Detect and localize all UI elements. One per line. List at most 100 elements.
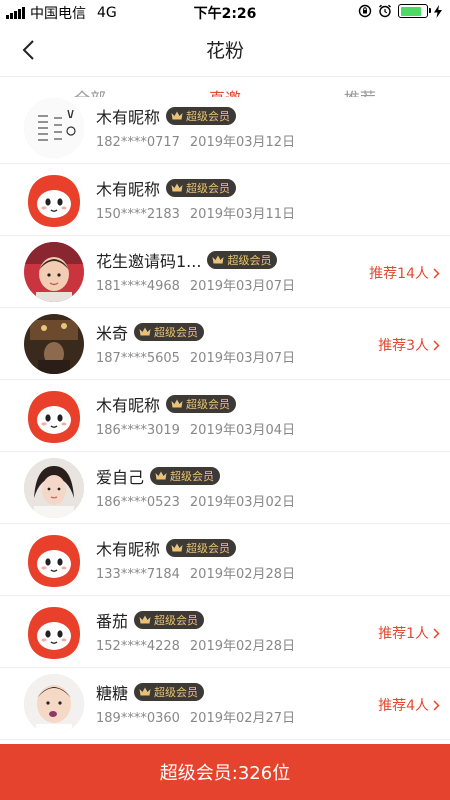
member-name-line: 木有昵称 超级会员 xyxy=(96,104,237,128)
member-sub-line: 189****0360 2019年02月27日 xyxy=(96,707,295,726)
member-name: 木有昵称 xyxy=(96,180,161,199)
member-phone: 186****3019 xyxy=(96,423,180,438)
member-row[interactable]: 木有昵称 超级会员 186****3019 2019年03月04日 xyxy=(0,380,450,452)
chevron-right-icon xyxy=(433,267,440,279)
vip-badge-label: 超级会员 xyxy=(227,254,272,267)
member-sub-line: 187****5605 2019年03月07日 xyxy=(96,347,295,366)
member-join-date: 2019年02月27日 xyxy=(189,711,296,726)
vip-badge-label: 超级会员 xyxy=(186,110,231,123)
avatar xyxy=(24,602,84,662)
member-name-line: 米奇 超级会员 xyxy=(96,320,205,344)
member-join-date: 2019年03月02日 xyxy=(189,495,296,510)
avatar xyxy=(24,170,84,230)
vip-badge-label: 超级会员 xyxy=(154,686,199,699)
member-row[interactable]: 番茄 超级会员 152****4228 2019年02月28日 推荐1人 xyxy=(0,596,450,668)
chevron-right-icon xyxy=(433,699,440,711)
crown-icon xyxy=(155,471,167,480)
member-count-bar: 超级会员:326位 xyxy=(0,744,450,800)
vip-badge: 超级会员 xyxy=(150,467,221,485)
member-row[interactable]: 木有昵称 超级会员 150****2183 2019年03月11日 xyxy=(0,164,450,236)
crown-icon xyxy=(139,327,151,336)
avatar xyxy=(24,530,84,590)
member-name: 番茄 xyxy=(96,612,129,631)
vip-badge: 超级会员 xyxy=(166,395,237,413)
member-name: 木有昵称 xyxy=(96,396,161,415)
member-join-date: 2019年02月28日 xyxy=(189,639,296,654)
referral-count-link[interactable]: 推荐3人 xyxy=(378,335,440,355)
member-name: 糖糖 xyxy=(96,684,129,703)
member-join-date: 2019年02月28日 xyxy=(189,567,296,582)
member-phone: 150****2183 xyxy=(96,207,180,222)
vip-badge: 超级会员 xyxy=(166,107,237,125)
vip-badge-label: 超级会员 xyxy=(154,614,199,627)
avatar xyxy=(24,674,84,734)
member-name-line: 木有昵称 超级会员 xyxy=(96,536,237,560)
status-right xyxy=(358,4,442,18)
status-bar: 中国电信 4G 下午2:26 xyxy=(0,0,450,24)
avatar xyxy=(24,98,84,158)
member-sub-line: 152****4228 2019年02月28日 xyxy=(96,635,295,654)
crown-icon xyxy=(171,183,183,192)
referral-count-link[interactable]: 推荐1人 xyxy=(378,623,440,643)
member-join-date: 2019年03月12日 xyxy=(189,135,296,150)
vip-badge-label: 超级会员 xyxy=(170,470,215,483)
member-count-label: 超级会员:326位 xyxy=(159,763,291,784)
battery-fill xyxy=(400,6,421,16)
member-phone: 186****0523 xyxy=(96,495,180,510)
vip-badge-label: 超级会员 xyxy=(186,398,231,411)
crown-icon xyxy=(212,255,224,264)
member-join-date: 2019年03月04日 xyxy=(189,423,296,438)
member-sub-line: 186****3019 2019年03月04日 xyxy=(96,419,295,438)
member-list[interactable]: 木有昵称 超级会员 182****0717 2019年03月12日 木有昵称 超级会员 15… xyxy=(0,97,450,744)
crown-icon xyxy=(171,111,183,120)
member-name: 花生邀请码1... xyxy=(96,252,202,271)
member-name-line: 番茄 超级会员 xyxy=(96,608,205,632)
member-phone: 189****0360 xyxy=(96,711,180,726)
referral-count-label: 推荐14人 xyxy=(369,266,429,282)
referral-count-label: 推荐1人 xyxy=(378,626,429,642)
member-join-date: 2019年03月11日 xyxy=(189,207,296,222)
member-name-line: 花生邀请码1... 超级会员 xyxy=(96,248,278,272)
referral-count-label: 推荐3人 xyxy=(378,338,429,354)
member-phone: 152****4228 xyxy=(96,639,180,654)
member-name: 木有昵称 xyxy=(96,540,161,559)
crown-icon xyxy=(171,543,183,552)
vip-badge-label: 超级会员 xyxy=(154,326,199,339)
member-row[interactable]: 木有昵称 超级会员 133****7184 2019年02月28日 xyxy=(0,524,450,596)
member-join-date: 2019年03月07日 xyxy=(189,351,296,366)
chevron-right-icon xyxy=(433,339,440,351)
member-row[interactable]: 木有昵称 超级会员 182****0717 2019年03月12日 xyxy=(0,97,450,164)
rotation-lock-icon xyxy=(358,4,372,18)
member-phone: 187****5605 xyxy=(96,351,180,366)
avatar xyxy=(24,242,84,302)
member-name-line: 糖糖 超级会员 xyxy=(96,680,205,704)
member-name-line: 爱自己 超级会员 xyxy=(96,464,221,488)
referral-count-link[interactable]: 推荐14人 xyxy=(369,263,440,283)
vip-badge-label: 超级会员 xyxy=(186,542,231,555)
alarm-icon xyxy=(379,4,391,18)
member-sub-line: 133****7184 2019年02月28日 xyxy=(96,563,295,582)
crown-icon xyxy=(139,687,151,696)
member-row[interactable]: 糖糖 超级会员 189****0360 2019年02月27日 推荐4人 xyxy=(0,668,450,740)
member-row[interactable]: 花生邀请码1... 超级会员 181****4968 2019年03月07日 推荐14人 xyxy=(0,236,450,308)
member-row[interactable]: 爱自己 超级会员 186****0523 2019年03月02日 xyxy=(0,452,450,524)
member-phone: 133****7184 xyxy=(96,567,180,582)
vip-badge: 超级会员 xyxy=(134,611,205,629)
nav-bar: 花粉 xyxy=(0,24,450,76)
member-name: 木有昵称 xyxy=(96,108,161,127)
member-row[interactable]: 米奇 超级会员 187****5605 2019年03月07日 推荐3人 xyxy=(0,308,450,380)
referral-count-label: 推荐4人 xyxy=(378,698,429,714)
member-join-date: 2019年03月07日 xyxy=(189,279,296,294)
vip-badge: 超级会员 xyxy=(134,683,205,701)
member-sub-line: 150****2183 2019年03月11日 xyxy=(96,203,295,222)
crown-icon xyxy=(171,399,183,408)
referral-count-link[interactable]: 推荐4人 xyxy=(378,695,440,715)
battery-icon xyxy=(398,4,431,18)
vip-badge: 超级会员 xyxy=(166,539,237,557)
vip-badge: 超级会员 xyxy=(166,179,237,197)
member-sub-line: 181****4968 2019年03月07日 xyxy=(96,275,295,294)
member-phone: 181****4968 xyxy=(96,279,180,294)
charging-icon xyxy=(434,4,442,18)
avatar xyxy=(24,386,84,446)
member-name: 米奇 xyxy=(96,324,129,343)
